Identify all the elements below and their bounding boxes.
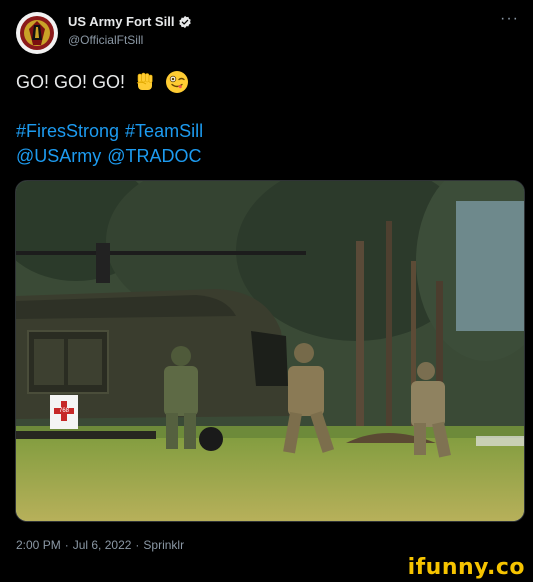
display-name[interactable]: US Army Fort Sill (68, 14, 174, 29)
author-row: US Army Fort Sill (68, 14, 192, 29)
mention-tradoc[interactable]: @TRADOC (107, 146, 201, 167)
mention-row: @USArmy @TRADOC (16, 146, 202, 167)
separator: · (135, 538, 140, 552)
hashtag-firesstrong[interactable]: #FiresStrong (16, 121, 119, 142)
tweet-card: US Army Fort Sill @OfficialFtSill ··· GO… (0, 0, 533, 560)
tweet-text-line: GO! GO! GO! (16, 70, 189, 94)
mention-usarmy[interactable]: @USArmy (16, 146, 101, 167)
tweet-text: GO! GO! GO! (16, 71, 126, 92)
winking-tongue-emoji (166, 71, 189, 93)
fort-sill-logo (17, 13, 57, 53)
tweet-media-image[interactable]: 768 (15, 180, 525, 522)
tweet-time[interactable]: 2:00 PM (16, 538, 61, 552)
author-handle[interactable]: @OfficialFtSill (68, 33, 143, 47)
ifunny-watermark: ifunny.co (407, 555, 525, 580)
avatar[interactable] (16, 12, 58, 54)
tweet-timestamp: 2:00 PM · Jul 6, 2022 · Sprinklr (16, 538, 184, 552)
verified-badge-icon (179, 15, 192, 28)
helicopter-soldiers-photo: 768 (16, 181, 524, 521)
tweet-date[interactable]: Jul 6, 2022 (73, 538, 132, 552)
raised-fist-emoji (136, 72, 153, 90)
separator: · (64, 538, 69, 552)
hashtag-row: #FiresStrong #TeamSill (16, 121, 203, 142)
tail-number: 768 (59, 408, 70, 414)
tweet-source[interactable]: Sprinklr (143, 538, 184, 552)
hashtag-teamsill[interactable]: #TeamSill (125, 121, 203, 142)
more-icon[interactable]: ··· (500, 10, 519, 28)
